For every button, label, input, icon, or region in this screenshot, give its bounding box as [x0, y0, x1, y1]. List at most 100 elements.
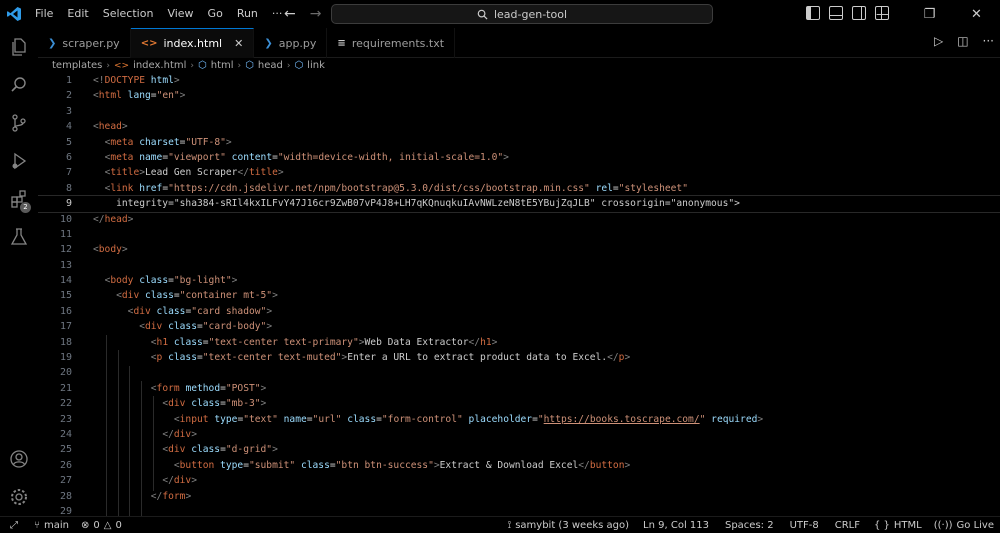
code-line[interactable]: <meta name="viewport" content="width=dev…: [93, 150, 1000, 165]
line-number: 3: [65, 105, 72, 117]
code-line[interactable]: <h1 class="text-center text-primary">Web…: [93, 335, 1000, 350]
editor-actions: ▷ ◫ ···: [934, 34, 994, 48]
back-arrow-icon[interactable]: ←: [284, 6, 296, 22]
tab-index-html[interactable]: <> index.html ✕: [130, 28, 255, 58]
breadcrumb: templates › <> index.html › ⬡ html › ⬡ h…: [38, 58, 1000, 73]
indent-guide: [129, 366, 130, 516]
line-number: 13: [59, 259, 72, 271]
settings-gear-icon[interactable]: [0, 478, 38, 516]
line-number: 24: [59, 428, 72, 440]
close-tab-icon[interactable]: ✕: [234, 37, 243, 50]
tab-requirements-txt[interactable]: ≡ requirements.txt: [327, 28, 456, 58]
encoding-status[interactable]: UTF-8: [782, 517, 827, 533]
code-line[interactable]: <body class="bg-light">: [93, 273, 1000, 288]
git-blame-status[interactable]: ⟟ samybit (3 weeks ago): [501, 517, 635, 533]
source-control-icon[interactable]: [0, 104, 38, 142]
explorer-files-icon[interactable]: [0, 28, 38, 66]
code-line[interactable]: <!DOCTYPE html>: [93, 73, 1000, 88]
line-number: 7: [65, 167, 72, 179]
restore-icon[interactable]: ❐: [906, 0, 953, 28]
code-line[interactable]: <div class="mb-3">: [93, 396, 1000, 411]
extensions-icon[interactable]: 2: [0, 180, 38, 218]
command-center-search[interactable]: lead-gen-tool: [331, 4, 713, 24]
code-editor[interactable]: 1 2 3 4 5 6 7 8 9 10 11 12 13 14 15 16 17 18 19 20 21 22 23 24 2…: [38, 73, 1000, 516]
breadcrumb-head[interactable]: head: [258, 60, 283, 71]
code-line[interactable]: <input type="text" name="url" class="for…: [93, 412, 1000, 427]
braces-icon: { }: [874, 520, 890, 531]
menu-edit[interactable]: Edit: [60, 0, 95, 28]
tab-label: scraper.py: [62, 36, 120, 50]
code-line[interactable]: <div class="d-grid">: [93, 442, 1000, 457]
toggle-primary-sidebar-icon[interactable]: [806, 6, 820, 20]
warning-count: 0: [115, 519, 122, 531]
minimize-icon[interactable]: —: [859, 0, 906, 28]
code-line[interactable]: </head>: [93, 212, 1000, 227]
line-number: 4: [65, 121, 72, 133]
code-line[interactable]: <head>: [93, 119, 1000, 134]
code-line[interactable]: <div class="card shadow">: [93, 304, 1000, 319]
line-number: 6: [65, 151, 72, 163]
cursor-position[interactable]: Ln 9, Col 113: [635, 517, 717, 533]
go-live-button[interactable]: ((·)) Go Live: [928, 517, 1000, 533]
indentation-status[interactable]: Spaces: 2: [717, 517, 782, 533]
code-line[interactable]: </div>: [93, 473, 1000, 488]
remote-indicator-icon[interactable]: ⤢: [0, 517, 28, 533]
menu-view[interactable]: View: [160, 0, 200, 28]
split-editor-icon[interactable]: ◫: [957, 34, 968, 48]
testing-flask-icon[interactable]: [0, 218, 38, 256]
line-number: 11: [59, 228, 72, 240]
code-line[interactable]: <body>: [93, 242, 1000, 257]
code-line[interactable]: [93, 365, 1000, 380]
activity-bar: 2: [0, 28, 38, 516]
tab-scraper-py[interactable]: ❯ scraper.py: [38, 28, 131, 58]
menu-selection[interactable]: Selection: [96, 0, 161, 28]
breadcrumb-link[interactable]: link: [307, 60, 325, 71]
code-line[interactable]: <button type="submit" class="btn btn-suc…: [93, 458, 1000, 473]
code-line[interactable]: <p class="text-center text-muted">Enter …: [93, 350, 1000, 365]
run-debug-icon[interactable]: [0, 142, 38, 180]
line-number: 8: [65, 182, 72, 194]
line-number: 29: [59, 505, 72, 516]
code-line[interactable]: <form method="POST">: [93, 381, 1000, 396]
python-icon: ❯: [48, 37, 57, 49]
code-line[interactable]: [93, 504, 1000, 516]
toggle-panel-icon[interactable]: [829, 6, 843, 20]
breadcrumb-html[interactable]: html: [211, 60, 234, 71]
code-line[interactable]: <meta charset="UTF-8">: [93, 135, 1000, 150]
code-line[interactable]: <div class="card-body">: [93, 319, 1000, 334]
menu-file[interactable]: File: [28, 0, 60, 28]
code-line[interactable]: <html lang="en">: [93, 88, 1000, 103]
code-line[interactable]: <link href="https://cdn.jsdelivr.net/npm…: [93, 181, 1000, 196]
blame-text: samybit (3 weeks ago): [515, 520, 630, 531]
language-label: HTML: [893, 520, 922, 531]
code-line[interactable]: </form>: [93, 489, 1000, 504]
problems-status[interactable]: ⊗ 0 △ 0: [75, 517, 128, 533]
code-line[interactable]: <title>Lead Gen Scraper</title>: [93, 165, 1000, 180]
element-symbol-icon: ⬡: [245, 60, 254, 71]
tab-app-py[interactable]: ❯ app.py: [254, 28, 328, 58]
menu-run[interactable]: Run: [230, 0, 265, 28]
line-number: 22: [59, 398, 72, 410]
branch-status[interactable]: ⑂ main: [28, 517, 75, 533]
code-lines[interactable]: <!DOCTYPE html> <html lang="en"> <head> <m…: [38, 73, 1000, 516]
code-line[interactable]: [93, 258, 1000, 273]
run-file-icon[interactable]: ▷: [934, 34, 943, 48]
line-number: 10: [59, 213, 72, 225]
close-window-icon[interactable]: ✕: [953, 0, 1000, 28]
tab-label: index.html: [163, 37, 223, 50]
forward-arrow-icon[interactable]: →: [310, 6, 322, 22]
code-line[interactable]: integrity="sha384-sRIl4kxILFvY47J16cr9Zw…: [38, 195, 1000, 213]
code-line[interactable]: </div>: [93, 427, 1000, 442]
more-actions-icon[interactable]: ···: [983, 34, 994, 48]
account-icon[interactable]: [0, 440, 38, 478]
eol-status[interactable]: CRLF: [827, 517, 868, 533]
language-mode[interactable]: { } HTML: [868, 517, 928, 533]
search-icon[interactable]: [0, 66, 38, 104]
code-line[interactable]: <div class="container mt-5">: [93, 288, 1000, 303]
code-line[interactable]: [93, 104, 1000, 119]
menu-bar: File Edit Selection View Go Run ···: [28, 0, 289, 28]
menu-go[interactable]: Go: [201, 0, 230, 28]
code-line[interactable]: [93, 227, 1000, 242]
breadcrumb-folder[interactable]: templates: [52, 60, 102, 71]
breadcrumb-file[interactable]: index.html: [133, 60, 186, 71]
